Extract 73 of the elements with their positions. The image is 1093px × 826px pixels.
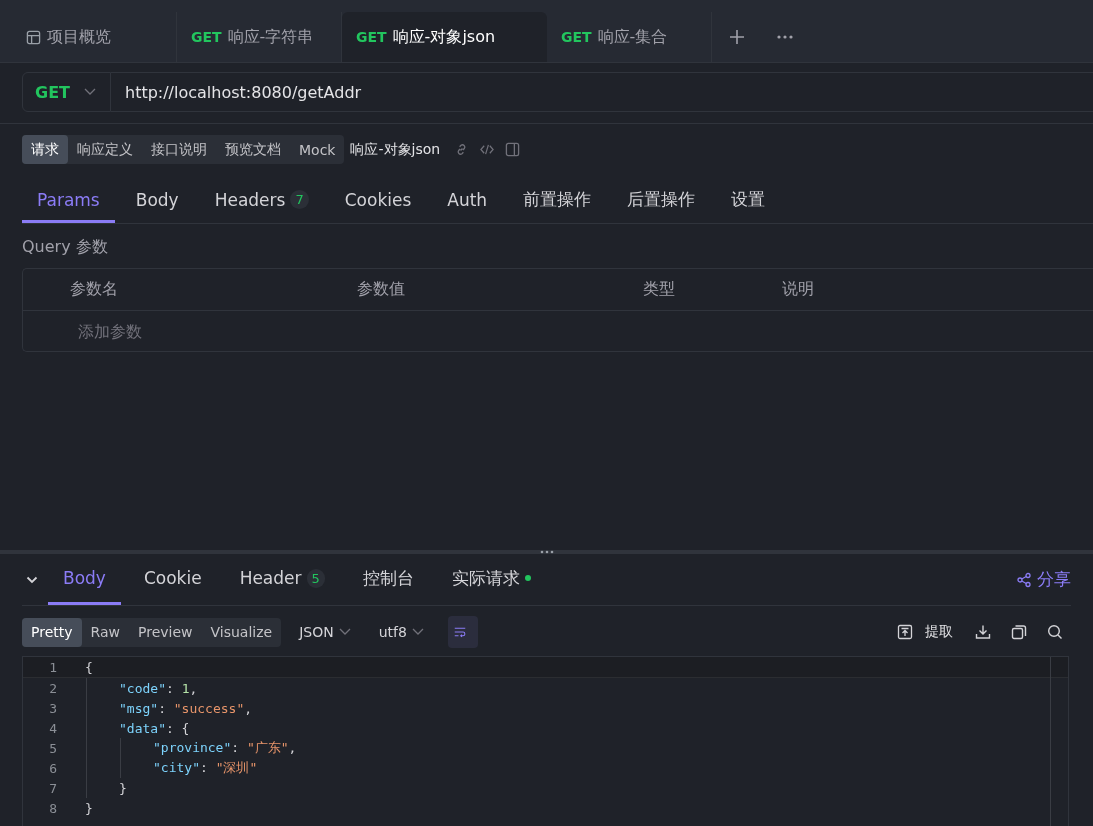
drag-handle-icon[interactable]: [539, 550, 554, 554]
view-mode-tab[interactable]: Visualize: [201, 617, 282, 647]
params-tab[interactable]: 后置操作: [612, 179, 711, 223]
response-tab[interactable]: Cookie: [128, 554, 217, 605]
code-icon[interactable]: [479, 142, 496, 157]
column-header: 参数值: [357, 279, 406, 300]
params-tab[interactable]: Params: [22, 179, 115, 223]
doc-tab[interactable]: 接口说明: [142, 135, 216, 164]
response-tab[interactable]: 实际请求: [436, 554, 546, 605]
params-tab[interactable]: 设置: [716, 179, 781, 223]
count-badge: 7: [290, 190, 309, 209]
chevron-down-icon[interactable]: [26, 575, 38, 584]
share-button[interactable]: 分享: [1016, 554, 1071, 605]
chevron-down-icon: [338, 628, 351, 636]
section-label: Query 参数: [22, 237, 109, 258]
upload-box-icon: [897, 624, 913, 640]
column-header: 说明: [782, 279, 815, 300]
request-name: 响应-对象json: [350, 140, 441, 159]
line-number: 6: [48, 760, 57, 776]
url-field[interactable]: http://localhost:8080/getAddr: [111, 72, 1093, 112]
search-icon[interactable]: [1047, 624, 1063, 640]
params-tab[interactable]: 前置操作: [508, 179, 607, 223]
format-dropdown[interactable]: JSON: [295, 624, 361, 640]
encoding-dropdown[interactable]: utf8: [374, 624, 434, 640]
count-badge: 5: [306, 568, 325, 588]
params-tab[interactable]: Auth: [432, 179, 503, 223]
code-line: "province": "广东",: [153, 739, 297, 757]
line-number: 1: [48, 659, 57, 675]
params-tab[interactable]: Headers 7: [199, 179, 324, 223]
extract-button[interactable]: 提取: [897, 623, 953, 641]
response-tab[interactable]: Header 5: [224, 554, 340, 605]
view-mode-tab[interactable]: Preview: [129, 617, 202, 647]
add-icon[interactable]: [728, 28, 746, 46]
code-line: {: [85, 659, 93, 675]
response-tab[interactable]: Body: [48, 554, 121, 605]
request-tab[interactable]: 项目概览: [12, 12, 177, 62]
line-number: 5: [48, 740, 57, 756]
share-icon: [1016, 571, 1032, 588]
column-header: 类型: [643, 279, 676, 300]
line-number: 7: [48, 780, 57, 796]
copy-icon[interactable]: [1011, 624, 1027, 640]
panel-icon[interactable]: [505, 142, 521, 157]
code-line: "city": "深圳": [153, 759, 258, 777]
code-line: "data": {: [119, 720, 190, 736]
line-number: 4: [48, 720, 57, 736]
chevron-down-icon: [84, 88, 96, 96]
line-number: 3: [48, 700, 57, 716]
doc-tab[interactable]: 预览文档: [216, 135, 290, 164]
chevron-down-icon: [411, 628, 424, 636]
doc-tab[interactable]: 响应定义: [68, 135, 142, 164]
more-icon[interactable]: [776, 34, 794, 40]
method-select[interactable]: GET: [22, 72, 111, 112]
word-wrap-button[interactable]: [447, 616, 478, 648]
request-tab[interactable]: GET 响应-集合: [547, 12, 712, 62]
response-tab[interactable]: 控制台: [347, 554, 429, 605]
doc-tab[interactable]: 请求: [22, 135, 68, 164]
line-number: 2: [48, 680, 57, 696]
word-wrap-icon: [453, 625, 466, 639]
params-tab[interactable]: Body: [120, 179, 194, 223]
column-header: 参数名: [70, 279, 119, 300]
view-mode-tab[interactable]: Pretty: [22, 617, 82, 647]
code-line: }: [119, 780, 127, 796]
request-tab[interactable]: GET 响应-对象json: [342, 12, 547, 62]
code-line: "msg": "success",: [119, 700, 253, 716]
view-mode-tab[interactable]: Raw: [81, 617, 129, 647]
code-line: "code": 1,: [119, 680, 198, 696]
param-name-field[interactable]: 添加参数: [76, 320, 280, 342]
doc-tab[interactable]: Mock: [290, 135, 345, 164]
line-number: 8: [48, 800, 57, 816]
code-line: }: [85, 800, 93, 816]
layout-icon: [26, 29, 41, 45]
download-icon[interactable]: [975, 624, 991, 640]
params-tab[interactable]: Cookies: [329, 179, 427, 223]
